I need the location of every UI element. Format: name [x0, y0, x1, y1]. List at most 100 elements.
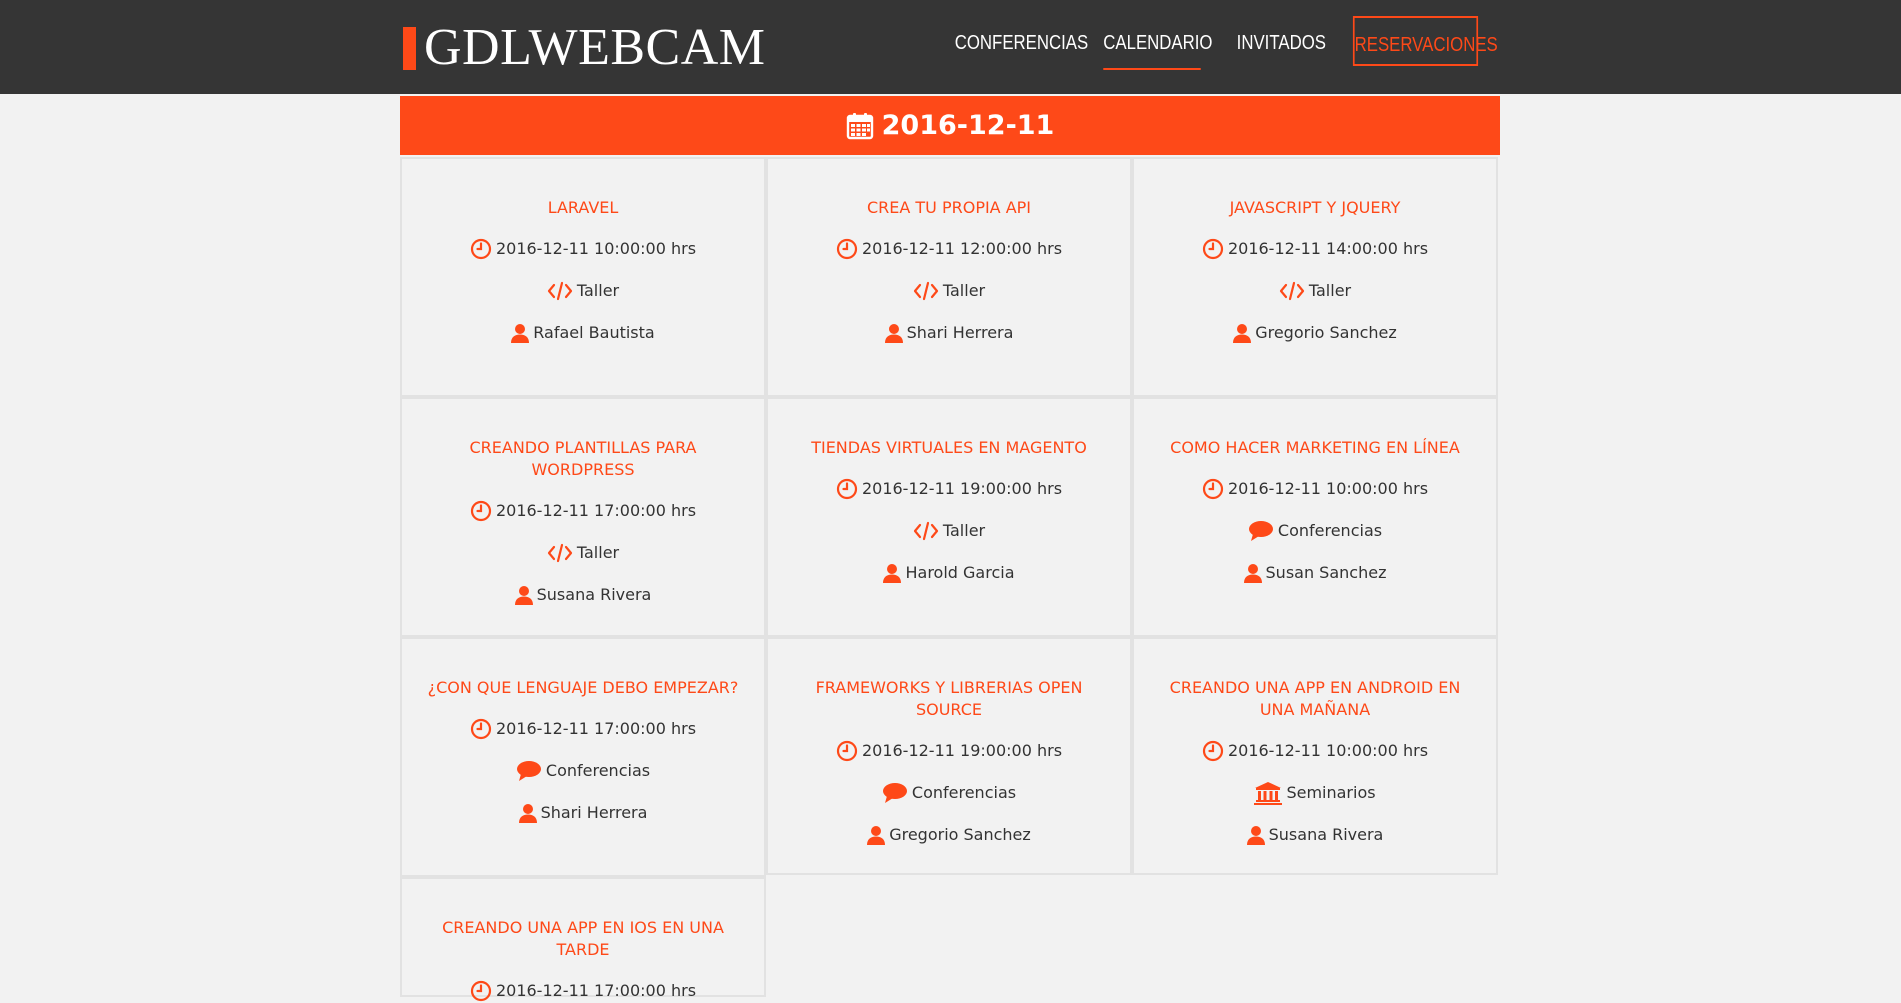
event-category-label: Conferencias [545, 761, 651, 780]
event-category-label: Conferencias [911, 783, 1017, 802]
event-datetime: 2016-12-11 10:00:00 hrs [495, 239, 697, 258]
event-speaker-name[interactable]: Susan Sanchez [1266, 561, 1387, 585]
comment-icon [1248, 520, 1274, 542]
event-card: CREANDO UNA APP EN IOS EN UNA TARDE 2016… [400, 877, 766, 1002]
event-category: Conferencias [402, 759, 764, 783]
event-speaker: Susana Rivera [1134, 823, 1496, 847]
main-nav: CONFERENCIAS CALENDARIO INVITADOS RESERV… [0, 16, 1901, 70]
event-datetime: 2016-12-11 17:00:00 hrs [495, 719, 697, 738]
event-category-label: Taller [576, 543, 620, 562]
user-icon [867, 825, 886, 845]
user-icon [518, 803, 537, 823]
event-title[interactable]: ¿CON QUE LENGUAJE DEBO EMPEZAR? [420, 677, 746, 699]
clock-icon [1202, 478, 1224, 500]
event-speaker-name[interactable]: Gregorio Sanchez [889, 823, 1031, 847]
clock-icon [1202, 238, 1224, 260]
event-datetime: 2016-12-11 14:00:00 hrs [1227, 239, 1429, 258]
code-icon [547, 281, 573, 301]
event-time: 2016-12-11 19:00:00 hrs [768, 739, 1130, 763]
event-datetime: 2016-12-11 17:00:00 hrs [495, 981, 697, 1000]
event-card: FRAMEWORKS Y LIBRERIAS OPEN SOURCE 2016-… [766, 637, 1132, 875]
event-speaker: Shari Herrera [768, 321, 1130, 345]
code-icon [913, 521, 939, 541]
event-category-label: Conferencias [1277, 521, 1383, 540]
user-icon [1233, 323, 1252, 343]
user-icon [1246, 825, 1265, 845]
comment-icon [516, 760, 542, 782]
event-title[interactable]: LARAVEL [420, 197, 746, 219]
clock-icon [470, 980, 492, 1002]
clock-icon [470, 238, 492, 260]
event-time: 2016-12-11 14:00:00 hrs [1134, 237, 1496, 261]
event-speaker: Gregorio Sanchez [1134, 321, 1496, 345]
calendar-date: 2016-12-11 [881, 110, 1055, 141]
user-icon [1243, 563, 1262, 583]
event-datetime: 2016-12-11 17:00:00 hrs [495, 501, 697, 520]
event-datetime: 2016-12-11 10:00:00 hrs [1227, 479, 1429, 498]
event-title[interactable]: FRAMEWORKS Y LIBRERIAS OPEN SOURCE [786, 677, 1112, 721]
event-speaker: Rafael Bautista [402, 321, 764, 345]
event-speaker-name[interactable]: Gregorio Sanchez [1255, 321, 1397, 345]
event-category: Taller [402, 541, 764, 565]
event-datetime: 2016-12-11 19:00:00 hrs [861, 741, 1063, 760]
event-category: Taller [768, 279, 1130, 303]
event-category: Taller [402, 279, 764, 303]
event-time: 2016-12-11 12:00:00 hrs [768, 237, 1130, 261]
event-speaker-name[interactable]: Susana Rivera [537, 583, 652, 607]
event-card: COMO HACER MARKETING EN LÍNEA 2016-12-11… [1132, 397, 1498, 637]
clock-icon [836, 740, 858, 762]
clock-icon [470, 500, 492, 522]
nav-item-calendario[interactable]: CALENDARIO [1103, 16, 1213, 70]
code-icon [547, 543, 573, 563]
nav-item-invitados[interactable]: INVITADOS [1237, 16, 1326, 66]
event-card: TIENDAS VIRTUALES EN MAGENTO 2016-12-11 … [766, 397, 1132, 637]
event-title[interactable]: JAVASCRIPT Y JQUERY [1152, 197, 1478, 219]
event-card: ¿CON QUE LENGUAJE DEBO EMPEZAR? 2016-12-… [400, 637, 766, 877]
site-header: GDLWEBCAM CONFERENCIAS CALENDARIO INVITA… [0, 0, 1901, 94]
event-category: Conferencias [1134, 519, 1496, 543]
event-category-label: Taller [942, 521, 986, 540]
event-title[interactable]: TIENDAS VIRTUALES EN MAGENTO [786, 437, 1112, 459]
user-icon [514, 585, 533, 605]
user-icon [511, 323, 530, 343]
event-title[interactable]: CREANDO UNA APP EN ANDROID EN UNA MAÑANA [1152, 677, 1478, 721]
event-title[interactable]: CREA TU PROPIA API [786, 197, 1112, 219]
comment-icon [882, 782, 908, 804]
event-category: Taller [768, 519, 1130, 543]
event-speaker: Gregorio Sanchez [768, 823, 1130, 847]
event-category: Seminarios [1134, 781, 1496, 805]
event-speaker-name[interactable]: Harold Garcia [905, 561, 1014, 585]
nav-item-reservaciones[interactable]: RESERVACIONES [1352, 16, 1498, 66]
event-card: JAVASCRIPT Y JQUERY 2016-12-11 14:00:00 … [1132, 157, 1498, 397]
event-title[interactable]: CREANDO PLANTILLAS PARA WORDPRESS [420, 437, 746, 481]
event-speaker: Shari Herrera [402, 801, 764, 825]
event-speaker-name[interactable]: Shari Herrera [907, 321, 1014, 345]
event-datetime: 2016-12-11 12:00:00 hrs [861, 239, 1063, 258]
event-speaker-name[interactable]: Rafael Bautista [533, 321, 654, 345]
event-time: 2016-12-11 10:00:00 hrs [1134, 477, 1496, 501]
event-speaker-name[interactable]: Shari Herrera [541, 801, 648, 825]
user-icon [883, 563, 902, 583]
event-card: CREANDO UNA APP EN ANDROID EN UNA MAÑANA… [1132, 637, 1498, 875]
event-time: 2016-12-11 17:00:00 hrs [402, 979, 764, 1003]
event-time: 2016-12-11 10:00:00 hrs [1134, 739, 1496, 763]
clock-icon [1202, 740, 1224, 762]
event-title[interactable]: CREANDO UNA APP EN IOS EN UNA TARDE [420, 917, 746, 961]
clock-icon [836, 238, 858, 260]
nav-item-conferencias[interactable]: CONFERENCIAS [955, 16, 1088, 66]
event-card: CREA TU PROPIA API 2016-12-11 12:00:00 h… [766, 157, 1132, 397]
event-time: 2016-12-11 17:00:00 hrs [402, 717, 764, 741]
event-time: 2016-12-11 19:00:00 hrs [768, 477, 1130, 501]
university-icon [1254, 781, 1283, 805]
event-category-label: Taller [1308, 281, 1352, 300]
event-title[interactable]: COMO HACER MARKETING EN LÍNEA [1152, 437, 1478, 459]
event-speaker: Harold Garcia [768, 561, 1130, 585]
event-speaker-name[interactable]: Susana Rivera [1269, 823, 1384, 847]
event-category-label: Taller [576, 281, 620, 300]
user-icon [884, 323, 903, 343]
event-category-label: Seminarios [1286, 783, 1376, 802]
event-datetime: 2016-12-11 19:00:00 hrs [861, 479, 1063, 498]
calendar-icon [846, 112, 874, 140]
code-icon [1279, 281, 1305, 301]
event-time: 2016-12-11 10:00:00 hrs [402, 237, 764, 261]
